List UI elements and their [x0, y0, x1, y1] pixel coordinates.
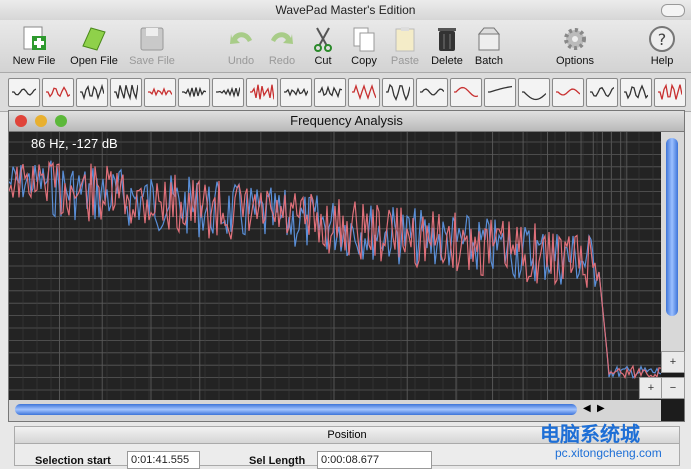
reverb-button[interactable]	[280, 78, 312, 107]
cut-icon	[314, 27, 332, 52]
delay-icon	[624, 84, 648, 100]
delete-icon	[438, 28, 456, 51]
chorus-button[interactable]	[654, 78, 686, 107]
frequency-plot[interactable]: 86 Hz, -127 dB	[8, 132, 662, 400]
filter-icon	[488, 85, 512, 93]
copy-button[interactable]: Copy	[346, 22, 382, 70]
cursor-readout: 86 Hz, -127 dB	[31, 136, 118, 151]
help-icon: ?	[649, 26, 675, 52]
new-file-button[interactable]: New File	[10, 22, 58, 70]
spectrum-button[interactable]	[586, 78, 618, 107]
selection-start-field[interactable]: 0:01:41.555	[127, 451, 200, 469]
sel-length-label: Sel Length	[249, 455, 306, 467]
main-toolbar: New File Open File Save File Undo Redo C…	[0, 20, 691, 72]
equalizer-button[interactable]	[450, 78, 482, 107]
spectrum-icon	[590, 86, 614, 98]
chorus-icon	[658, 83, 682, 100]
undo-button[interactable]: Undo	[222, 22, 260, 70]
open-file-icon	[82, 27, 106, 51]
window-title-bar: Frequency Analysis	[9, 111, 684, 132]
amplify-icon	[46, 86, 70, 98]
reverse-icon	[318, 85, 342, 99]
undo-icon	[230, 32, 252, 44]
window-title: Frequency Analysis	[290, 113, 403, 128]
save-file-button[interactable]: Save File	[126, 22, 178, 70]
normalize-icon	[12, 88, 36, 96]
copy-icon	[353, 27, 375, 52]
echo-icon	[250, 84, 274, 100]
svg-text:?: ?	[658, 30, 667, 49]
zoom-in-icon: +	[669, 356, 677, 368]
zoom-out-icon: −	[669, 382, 677, 394]
noise-button[interactable]	[110, 78, 142, 107]
silence-button[interactable]	[144, 78, 176, 107]
fade-out-icon	[216, 86, 240, 98]
options-button[interactable]: Options	[552, 22, 598, 70]
effects-toolbar	[0, 72, 691, 112]
equalizer-icon	[454, 86, 478, 98]
fade-in-button[interactable]	[178, 78, 210, 107]
pitch-button[interactable]	[348, 78, 380, 107]
vertical-scroll-thumb[interactable]	[666, 138, 678, 316]
toolbar-toggle-button[interactable]	[661, 4, 685, 17]
pitch-icon	[352, 83, 376, 101]
paste-icon	[395, 27, 415, 52]
delete-button[interactable]: Delete	[428, 22, 466, 70]
new-file-icon	[23, 26, 46, 50]
reverb-icon	[284, 87, 308, 97]
envelope-button[interactable]	[416, 78, 448, 107]
zoom-window-button[interactable]	[55, 115, 67, 127]
compress-button[interactable]	[76, 78, 108, 107]
speed-button[interactable]	[382, 78, 414, 107]
open-file-button[interactable]: Open File	[66, 22, 122, 70]
watermark-url: pc.xitongcheng.com	[555, 446, 662, 460]
redo-icon	[271, 32, 293, 44]
fade-out-button[interactable]	[212, 78, 244, 107]
normalize-button[interactable]	[8, 78, 40, 107]
scroll-left-arrow-icon[interactable]: ◀	[583, 403, 591, 414]
options-gear-icon	[564, 28, 586, 50]
frequency-button[interactable]	[518, 78, 550, 107]
close-window-button[interactable]	[15, 115, 27, 127]
selection-start-label: Selection start	[35, 455, 111, 467]
filter-button[interactable]	[484, 78, 516, 107]
save-file-icon	[140, 27, 164, 51]
sel-length-field[interactable]: 0:00:08.677	[317, 451, 432, 469]
scroll-right-arrow-icon[interactable]: ▶	[597, 403, 605, 414]
batch-icon	[477, 27, 501, 51]
horizontal-scroll-thumb[interactable]	[15, 404, 577, 415]
tempo-button[interactable]	[552, 78, 584, 107]
zoom-in-button[interactable]: +	[639, 377, 663, 399]
tempo-icon	[556, 88, 580, 96]
minimize-window-button[interactable]	[35, 115, 47, 127]
amplify-button[interactable]	[42, 78, 74, 107]
silence-icon	[148, 87, 172, 97]
frequency-icon	[522, 91, 546, 101]
app-title-bar: WavePad Master's Edition	[0, 0, 691, 20]
spectrum-graph	[8, 132, 662, 400]
fade-in-icon	[182, 86, 206, 98]
vertical-scrollbar[interactable]	[661, 132, 684, 361]
compress-icon	[80, 83, 104, 101]
echo-button[interactable]	[246, 78, 278, 107]
envelope-icon	[420, 88, 444, 96]
app-title: WavePad Master's Edition	[275, 3, 416, 17]
noise-icon	[114, 84, 138, 101]
cut-button[interactable]: Cut	[306, 22, 340, 70]
zoom-in-icon: +	[647, 382, 655, 394]
redo-button[interactable]: Redo	[262, 22, 302, 70]
zoom-in-vertical-button[interactable]: +	[661, 351, 685, 373]
frequency-analysis-window: Frequency Analysis 86 Hz, -127 dB + + − …	[8, 110, 685, 422]
help-button[interactable]: ? Help	[644, 22, 680, 70]
zoom-out-button[interactable]: −	[661, 377, 685, 399]
reverse-button[interactable]	[314, 78, 346, 107]
delay-button[interactable]	[620, 78, 652, 107]
speed-icon	[386, 83, 410, 101]
paste-button[interactable]: Paste	[386, 22, 424, 70]
batch-button[interactable]: Batch	[470, 22, 508, 70]
watermark-logo: 电脑系统城	[540, 422, 640, 446]
